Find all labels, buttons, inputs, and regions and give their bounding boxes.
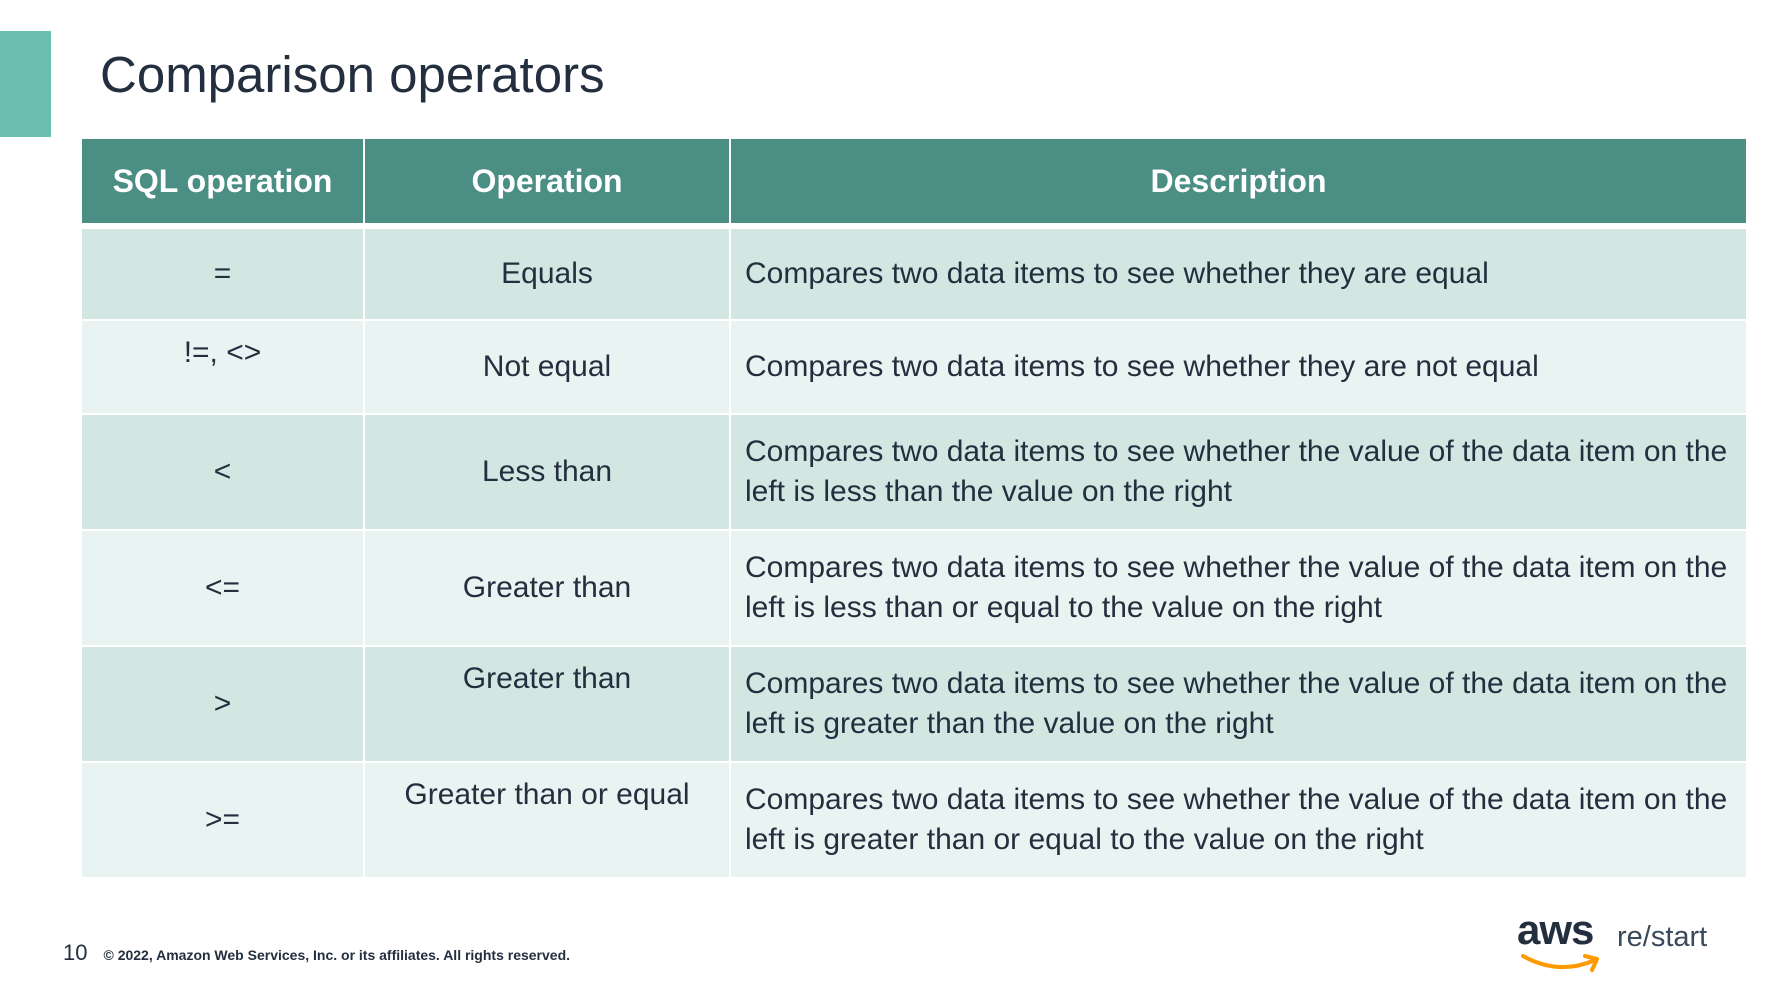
sql-operator-cell: <= xyxy=(82,530,365,647)
description-cell: Compares two data items to see whether t… xyxy=(730,762,1746,879)
sql-operator-cell: >= xyxy=(82,762,365,879)
sql-operator-cell: < xyxy=(82,414,365,531)
copyright-notice: © 2022, Amazon Web Services, Inc. or its… xyxy=(103,947,571,963)
table-row: >= Greater than or equal Compares two da… xyxy=(82,762,1746,879)
operation-cell: Greater than xyxy=(364,646,731,763)
table-row: > Greater than Compares two data items t… xyxy=(82,646,1746,763)
table-row: < Less than Compares two data items to s… xyxy=(82,414,1746,531)
restart-wordmark: re/start xyxy=(1617,921,1708,953)
footer: 10 © 2022, Amazon Web Services, Inc. or … xyxy=(63,940,570,966)
page-title: Comparison operators xyxy=(100,46,605,103)
operation-cell: Less than xyxy=(364,414,731,531)
table-header-row: SQL operation Operation Description xyxy=(82,139,1746,229)
aws-smile-arrow-icon xyxy=(1521,954,1599,972)
operation-cell: Greater than xyxy=(364,530,731,647)
aws-wordmark: aws xyxy=(1517,906,1594,953)
page-number: 10 xyxy=(63,940,88,965)
description-cell: Compares two data items to see whether t… xyxy=(730,530,1746,647)
description-cell: Compares two data items to see whether t… xyxy=(730,414,1746,531)
sql-operator-cell: > xyxy=(82,646,365,763)
operation-cell: Not equal xyxy=(364,320,731,415)
comparison-operators-table: SQL operation Operation Description = Eq… xyxy=(82,139,1746,879)
table-row: = Equals Compares two data items to see … xyxy=(82,226,1746,321)
description-cell: Compares two data items to see whether t… xyxy=(730,226,1746,321)
sql-operator-cell: = xyxy=(82,226,365,321)
sql-operator-cell: !=, <> xyxy=(82,320,365,415)
operation-cell: Greater than or equal xyxy=(364,762,731,879)
column-header-operation: Operation xyxy=(364,139,731,229)
table-row: <= Greater than Compares two data items … xyxy=(82,530,1746,647)
comparison-operators-table-container: SQL operation Operation Description = Eq… xyxy=(82,139,1746,879)
column-header-sql-operation: SQL operation xyxy=(82,139,365,229)
column-header-description: Description xyxy=(730,139,1746,229)
table-row: !=, <> Not equal Compares two data items… xyxy=(82,320,1746,415)
description-cell: Compares two data items to see whether t… xyxy=(730,646,1746,763)
description-cell: Compares two data items to see whether t… xyxy=(730,320,1746,415)
operation-cell: Equals xyxy=(364,226,731,321)
aws-restart-logo: aws re/start xyxy=(1517,906,1707,980)
accent-bar xyxy=(0,31,51,137)
